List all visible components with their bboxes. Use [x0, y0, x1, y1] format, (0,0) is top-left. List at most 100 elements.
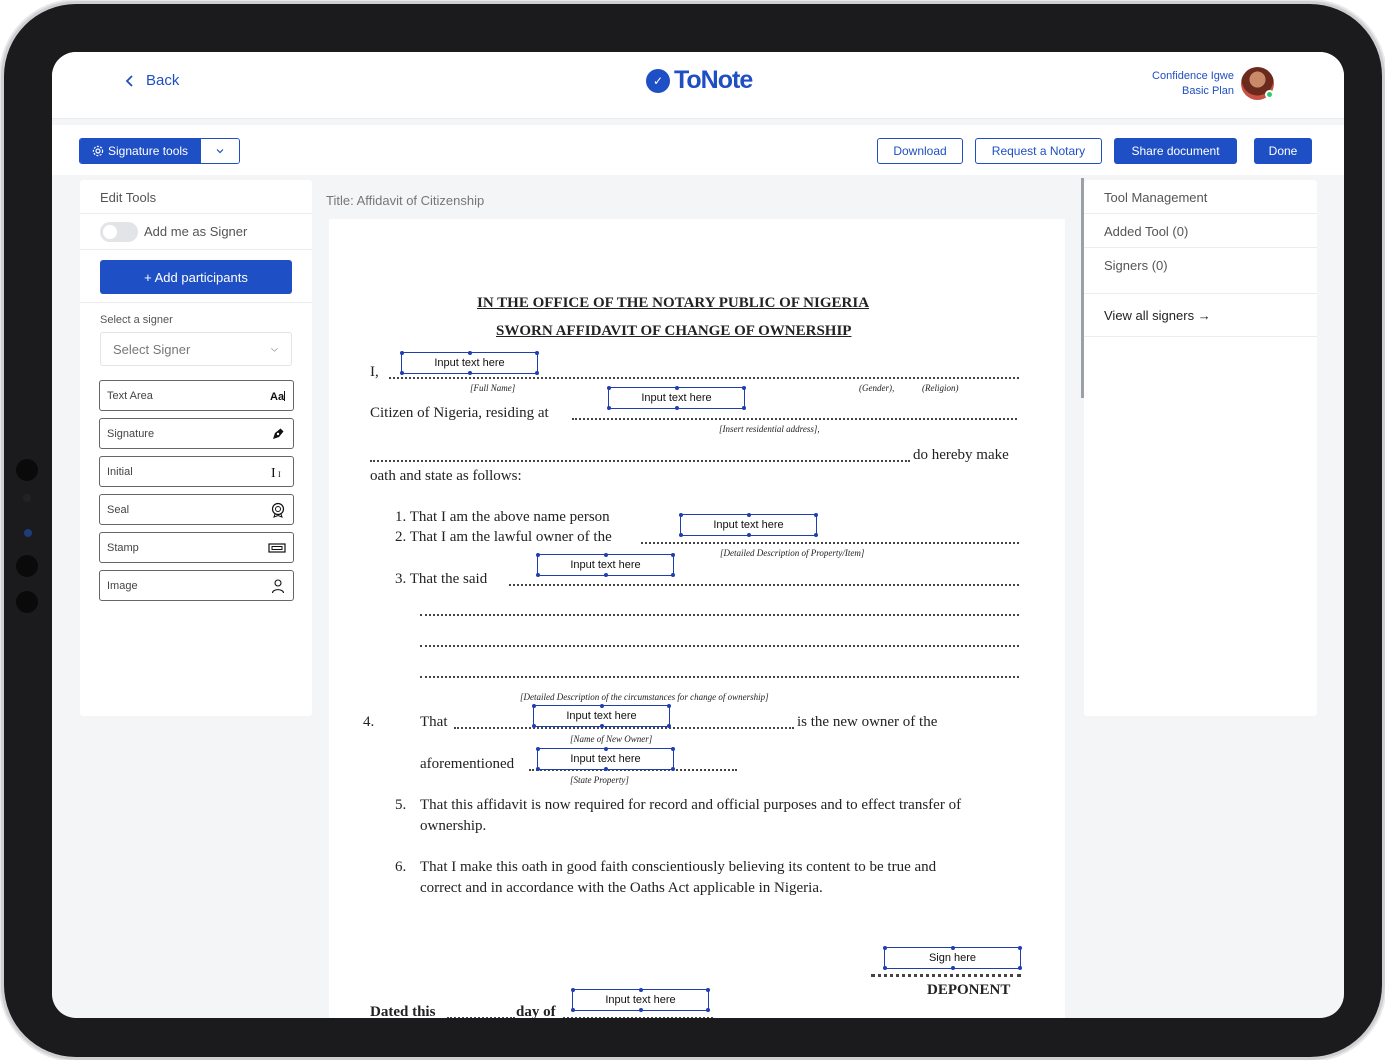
gear-icon — [92, 145, 104, 157]
document-title: Title: Affidavit of Citizenship — [326, 193, 485, 208]
doc-text: 5. — [395, 797, 407, 813]
add-me-signer-toggle[interactable] — [100, 221, 138, 242]
tool-label: Seal — [107, 503, 130, 516]
tool-signature[interactable]: Signature — [99, 418, 294, 449]
doc-hint: [Detailed Description of Property/Item] — [720, 548, 865, 558]
dotted-line — [447, 1017, 515, 1018]
field-label: Input text here — [570, 753, 641, 765]
tablet-frame: Back ✓ ToNote Confidence Igwe Basic Plan… — [4, 4, 1382, 1057]
camera-dot — [16, 459, 38, 481]
tool-label: Initial — [107, 465, 133, 478]
tool-text-area[interactable]: Text Area Aa — [99, 380, 294, 411]
resize-handle-icon — [536, 553, 540, 557]
doc-text: 6. — [395, 859, 407, 875]
tool-seal[interactable]: Seal — [99, 494, 294, 525]
add-participants-button[interactable]: + Add participants — [100, 260, 292, 294]
stamp-icon — [268, 542, 286, 553]
resize-handle-icon — [535, 371, 539, 375]
signature-tools-button[interactable]: Signature tools — [80, 139, 202, 163]
dotted-line — [641, 542, 1019, 544]
user-plan: Basic Plan — [1182, 85, 1234, 97]
tool-management-panel: Tool Management Added Tool (0) Signers (… — [1084, 180, 1317, 716]
back-button[interactable]: Back — [124, 72, 179, 89]
initial-icon: II — [271, 466, 281, 480]
signature-field[interactable]: Sign here — [883, 946, 1022, 970]
doc-hint: [Name of New Owner] — [570, 734, 653, 744]
signature-line — [871, 974, 1021, 977]
doc-text: do hereby make — [913, 447, 1009, 463]
dotted-line — [420, 645, 1019, 647]
resize-handle-icon — [671, 767, 675, 771]
resize-handle-icon — [679, 533, 683, 537]
doc-text: Dated this — [370, 1004, 436, 1018]
resize-handle-icon — [814, 513, 818, 517]
sensor-dot — [24, 529, 32, 537]
doc-text: 4. — [363, 714, 375, 730]
resize-handle-icon — [951, 946, 955, 950]
tool-image[interactable]: Image — [99, 570, 294, 601]
brand-logo[interactable]: ✓ ToNote — [646, 66, 753, 95]
resize-handle-icon — [604, 767, 608, 771]
dotted-line — [454, 727, 794, 729]
chevron-left-icon — [125, 74, 133, 87]
resize-handle-icon — [675, 386, 679, 390]
dotted-line — [509, 584, 1019, 586]
pen-icon — [273, 427, 284, 439]
top-bar: Back ✓ ToNote Confidence Igwe Basic Plan — [52, 52, 1344, 119]
request-notary-button[interactable]: Request a Notary — [975, 138, 1102, 164]
text-input-field[interactable]: Input text here — [607, 386, 746, 410]
text-input-field[interactable]: Input text here — [679, 513, 818, 537]
signature-tools-dropdown[interactable]: Signature tools — [79, 138, 241, 164]
resize-handle-icon — [814, 533, 818, 537]
doc-text: ownership. — [420, 818, 487, 834]
tool-initial[interactable]: Initial II — [99, 456, 294, 487]
doc-text: I, — [370, 364, 379, 380]
resize-handle-icon — [706, 1008, 710, 1012]
signature-tools-caret[interactable] — [201, 139, 240, 163]
view-all-signers-link[interactable]: View all signers → — [1084, 293, 1317, 337]
done-button[interactable]: Done — [1254, 138, 1312, 164]
user-info[interactable]: Confidence Igwe Basic Plan — [1152, 69, 1234, 99]
document-page: IN THE OFFICE OF THE NOTARY PUBLIC OF NI… — [329, 219, 1065, 1018]
text-input-field[interactable]: Input text here — [532, 704, 671, 728]
document-toolbar: Signature tools Download Request a Notar… — [52, 125, 1344, 175]
doc-text: 3. That the said — [395, 571, 488, 587]
svg-text:Aa: Aa — [270, 391, 285, 403]
resize-handle-icon — [600, 724, 604, 728]
added-tool-tab[interactable]: Added Tool (0) — [1084, 214, 1317, 248]
doc-text: That — [420, 714, 448, 730]
brand-name: ToNote — [674, 66, 753, 94]
text-input-field[interactable]: Input text here — [400, 351, 539, 375]
resize-handle-icon — [742, 406, 746, 410]
resize-handle-icon — [532, 704, 536, 708]
tool-management-title: Tool Management — [1084, 180, 1317, 214]
doc-text: Citizen of Nigeria, residing at — [370, 405, 549, 421]
doc-text: 2. That I am the lawful owner of the — [395, 529, 612, 545]
doc-text: day of — [516, 1004, 556, 1018]
field-label: Input text here — [566, 710, 637, 722]
tool-label: Signature — [107, 427, 155, 440]
tool-label: Text Area — [107, 389, 153, 402]
doc-hint: (Religion) — [922, 383, 959, 393]
resize-handle-icon — [536, 573, 540, 577]
signers-tab[interactable]: Signers (0) — [1084, 248, 1317, 282]
tool-stamp[interactable]: Stamp — [99, 532, 294, 563]
doc-heading-1: IN THE OFFICE OF THE NOTARY PUBLIC OF NI… — [477, 295, 870, 311]
doc-text: 1. That I am the above name person — [395, 509, 610, 525]
doc-text: aforementioned — [420, 756, 515, 772]
sensor-dot — [23, 494, 31, 502]
signature-tools-label: Signature tools — [108, 144, 189, 158]
text-input-field[interactable]: Input text here — [571, 988, 710, 1012]
resize-handle-icon — [747, 533, 751, 537]
download-button[interactable]: Download — [877, 138, 963, 164]
select-signer-dropdown[interactable]: Select Signer — [100, 332, 292, 366]
doc-text: correct and in accordance with the Oaths… — [420, 880, 823, 896]
share-document-button[interactable]: Share document — [1114, 138, 1237, 164]
text-input-field[interactable]: Input text here — [536, 747, 675, 771]
doc-hint: [Detailed Description of the circumstanc… — [520, 692, 769, 702]
doc-text: That this affidavit is now required for … — [420, 797, 962, 813]
doc-hint: [Full Name] — [470, 383, 516, 393]
text-input-field[interactable]: Input text here — [536, 553, 675, 577]
field-label: Sign here — [928, 952, 977, 964]
person-icon — [271, 578, 285, 593]
